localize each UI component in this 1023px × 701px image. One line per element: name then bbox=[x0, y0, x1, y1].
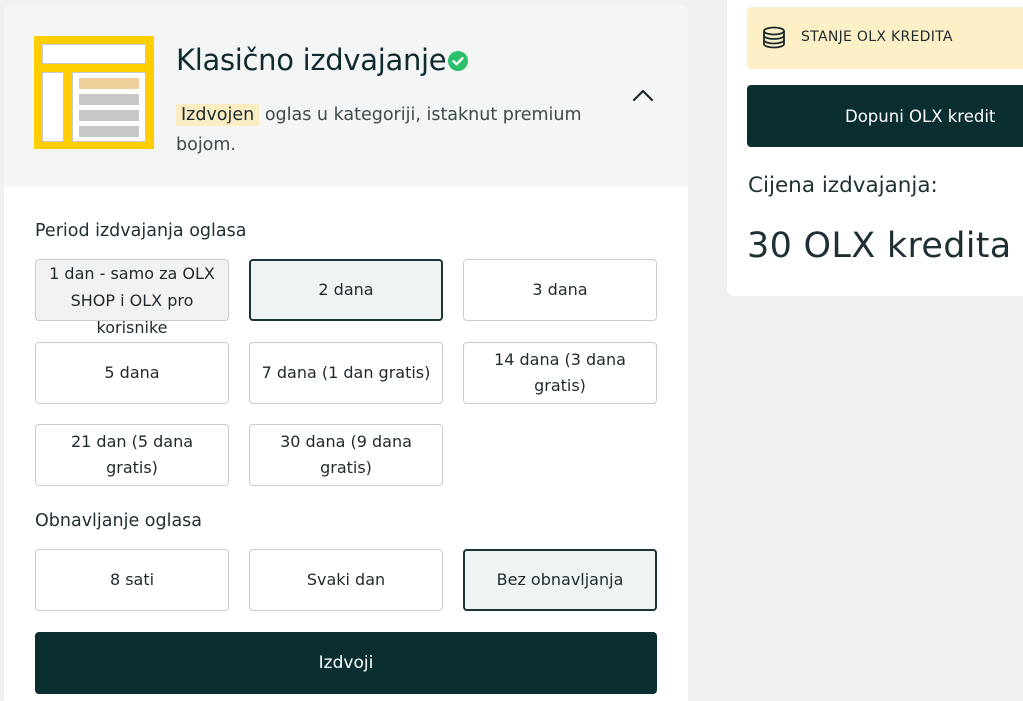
renewal-option-every-day[interactable]: Svaki dan bbox=[249, 549, 443, 611]
credit-balance-label: STANJE OLX KREDITA bbox=[801, 29, 953, 45]
period-option-2-days[interactable]: 2 dana bbox=[249, 259, 443, 321]
credit-balance-banner[interactable]: STANJE OLX KREDITA bbox=[747, 7, 1023, 69]
promotion-description: Izdvojen oglas u kategoriji, istaknut pr… bbox=[176, 100, 616, 160]
renewal-option-none[interactable]: Bez obnavljanja bbox=[463, 549, 657, 611]
promote-button[interactable]: Izdvoji bbox=[35, 632, 657, 694]
promotion-card: Klasično izdvajanje Izdvojen oglas u kat… bbox=[4, 5, 688, 701]
coins-stack-icon bbox=[761, 25, 787, 51]
period-label: Period izdvajanja oglasa bbox=[35, 221, 247, 241]
period-option-14-days[interactable]: 14 dana (3 dana gratis) bbox=[463, 342, 657, 404]
period-option-3-days[interactable]: 3 dana bbox=[463, 259, 657, 321]
verified-check-icon bbox=[448, 51, 468, 71]
period-option-5-days[interactable]: 5 dana bbox=[35, 342, 229, 404]
promotion-title: Klasično izdvajanje bbox=[176, 43, 447, 77]
classic-promotion-illustration bbox=[34, 36, 154, 149]
topup-credit-button[interactable]: Dopuni OLX kredit bbox=[747, 85, 1023, 147]
collapse-button[interactable] bbox=[630, 83, 656, 109]
promotion-header: Klasično izdvajanje Izdvojen oglas u kat… bbox=[4, 5, 688, 187]
renewal-label: Obnavljanje oglasa bbox=[35, 511, 203, 531]
featured-badge: Izdvojen bbox=[176, 104, 260, 126]
renewal-option-8-hours[interactable]: 8 sati bbox=[35, 549, 229, 611]
period-option-30-days[interactable]: 30 dana (9 dana gratis) bbox=[249, 424, 443, 486]
period-option-21-days[interactable]: 21 dan (5 dana gratis) bbox=[35, 424, 229, 486]
period-option-1-day[interactable]: 1 dan - samo za OLX SHOP i OLX pro koris… bbox=[35, 259, 229, 337]
price-value: 30 OLX kredita bbox=[747, 226, 1012, 266]
price-label: Cijena izdvajanja: bbox=[748, 173, 938, 198]
period-option-7-days[interactable]: 7 dana (1 dan gratis) bbox=[249, 342, 443, 404]
chevron-up-icon bbox=[630, 89, 656, 113]
